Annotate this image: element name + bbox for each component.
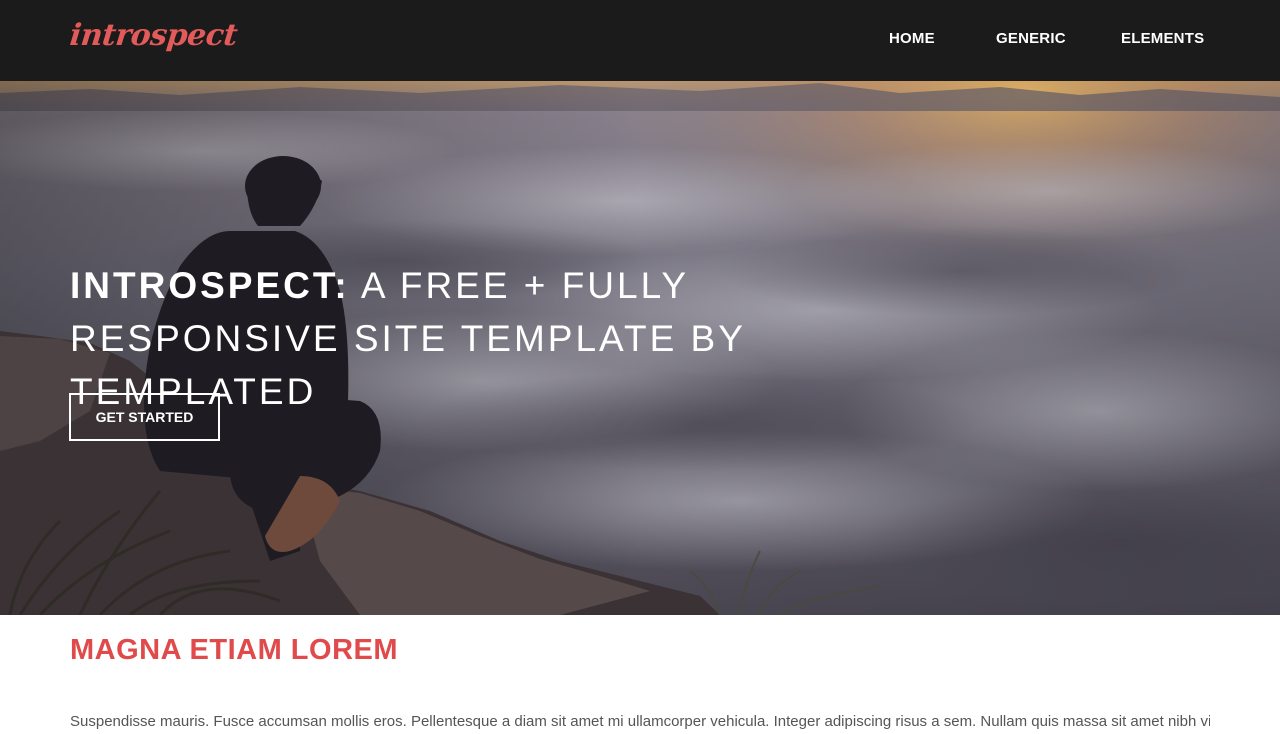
- nav-generic[interactable]: GENERIC: [996, 30, 1066, 47]
- site-logo[interactable]: introspect: [68, 18, 239, 53]
- nav-home[interactable]: HOME: [889, 30, 935, 47]
- banner-title-strong: INTROSPECT:: [70, 265, 350, 306]
- get-started-button[interactable]: GET STARTED: [69, 393, 220, 441]
- section-heading: MAGNA ETIAM LOREM: [70, 634, 399, 666]
- site-header: introspect HOME GENERIC ELEMENTS: [0, 0, 1280, 81]
- section-paragraph: Suspendisse mauris. Fusce accumsan molli…: [70, 713, 1210, 730]
- hero-banner: INTROSPECT: A FREE + FULLY RESPONSIVE SI…: [0, 81, 1280, 615]
- nav-elements[interactable]: ELEMENTS: [1121, 30, 1204, 47]
